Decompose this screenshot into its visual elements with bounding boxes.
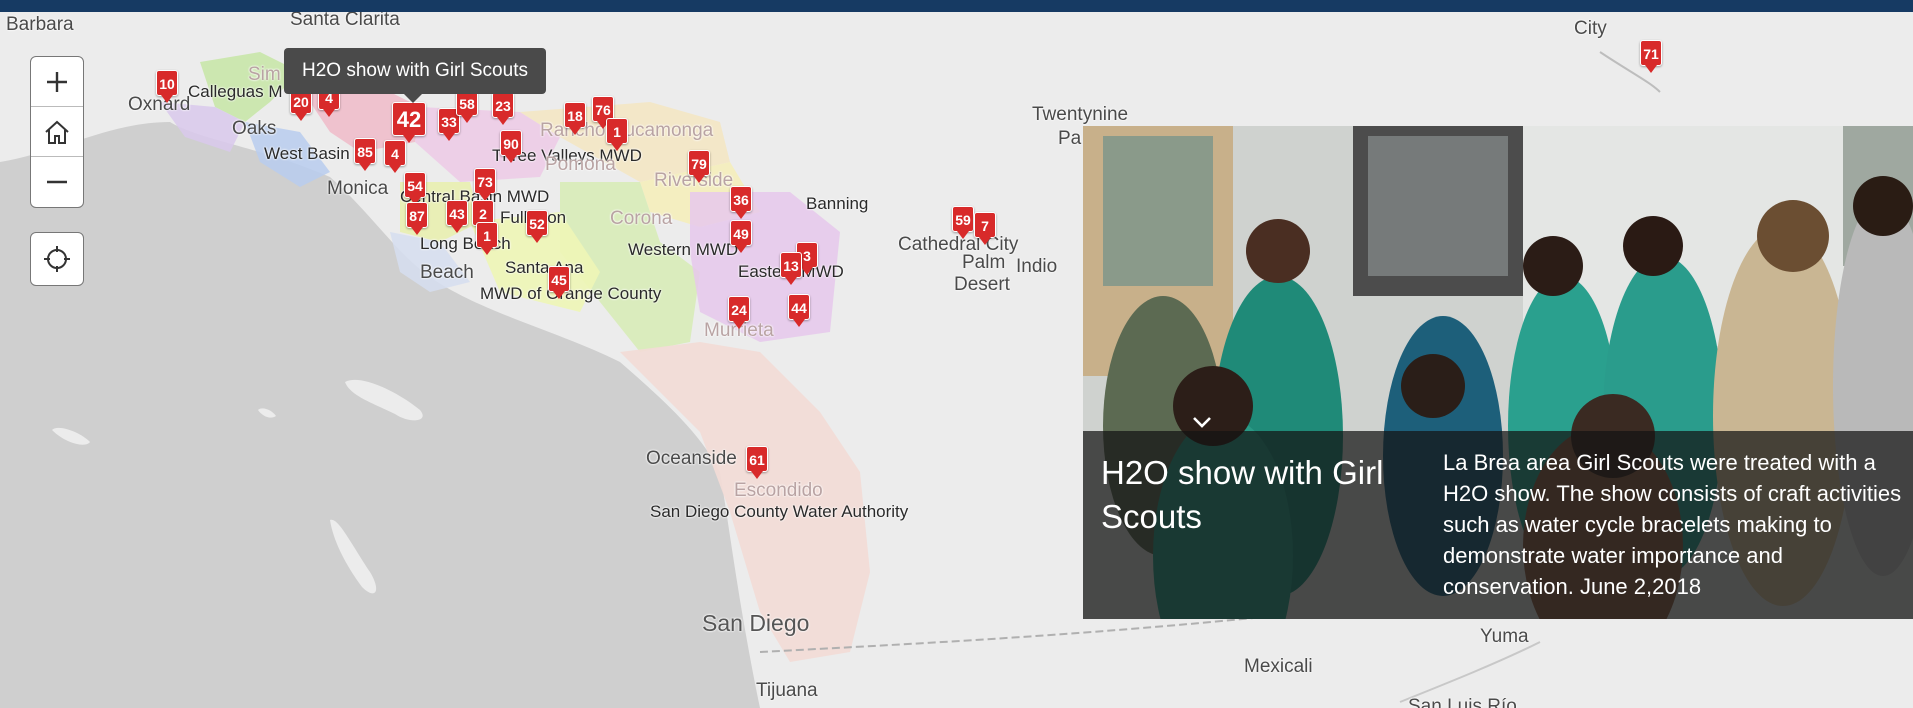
map-marker[interactable]: 79: [688, 150, 710, 183]
marker-tooltip: H2O show with Girl Scouts: [284, 48, 546, 103]
map-marker[interactable]: 54: [404, 172, 426, 205]
map-marker[interactable]: 73: [474, 168, 496, 201]
place-label-indio: Indio: [1016, 256, 1058, 277]
map-marker[interactable]: 1: [476, 222, 498, 255]
place-label-beach: Beach: [420, 262, 474, 283]
map-marker[interactable]: 59: [952, 206, 974, 239]
map-marker[interactable]: 61: [746, 446, 768, 479]
popup-collapse-button[interactable]: [1180, 405, 1224, 439]
place-label-pomona: Pomona: [545, 154, 616, 175]
map-marker[interactable]: 43: [446, 200, 468, 233]
feature-popup: H2O show with Girl Scouts La Brea area G…: [1083, 126, 1913, 619]
place-label-san-diego: San Diego: [702, 610, 810, 636]
zoom-in-button[interactable]: [31, 57, 83, 107]
place-label-corona: Corona: [610, 208, 673, 229]
map-marker[interactable]: 36: [730, 186, 752, 219]
place-label-oxnard: Oxnard: [128, 94, 191, 115]
place-label-santa-barbara: Barbara: [6, 14, 74, 35]
place-label-desert: Desert: [954, 274, 1010, 295]
locate-button[interactable]: [30, 232, 84, 286]
crosshair-icon: [44, 246, 70, 272]
map-marker[interactable]: 49: [730, 220, 752, 253]
top-bar: [0, 0, 1913, 12]
chevron-down-icon: [1193, 417, 1211, 428]
map-marker[interactable]: 52: [526, 210, 548, 243]
zoom-out-button[interactable]: [31, 157, 83, 207]
place-label-mexicali: Mexicali: [1244, 656, 1313, 677]
place-label-palm: Palm: [962, 252, 1006, 273]
map-marker[interactable]: 18: [564, 102, 586, 135]
place-label-escondido: Escondido: [734, 480, 823, 501]
place-label-oaks: Oaks: [232, 118, 277, 139]
popup-caption: H2O show with Girl Scouts La Brea area G…: [1083, 431, 1913, 619]
map-marker[interactable]: 45: [548, 266, 570, 299]
place-label-san-luis: San Luis Río: [1408, 696, 1517, 708]
map-marker[interactable]: 85: [354, 138, 376, 171]
place-label-sdcwa: San Diego County Water Authority: [650, 502, 909, 521]
map-marker[interactable]: 10: [156, 70, 178, 103]
plus-icon: [47, 71, 67, 92]
map-marker[interactable]: 4: [384, 140, 406, 173]
map-marker[interactable]: 24: [728, 296, 750, 329]
place-label-simi: Sim: [248, 64, 281, 85]
place-label-pa: Pa: [1058, 128, 1082, 149]
popup-title: H2O show with Girl Scouts: [1101, 454, 1384, 535]
map-marker[interactable]: 42: [392, 102, 426, 143]
map-view[interactable]: Barbara Santa Clarita City Oxnard Calleg…: [0, 12, 1913, 708]
place-label-west-basin: West Basin: [264, 144, 350, 163]
place-label-oceanside: Oceanside: [646, 448, 737, 469]
map-marker[interactable]: 7: [974, 212, 996, 245]
home-button[interactable]: [31, 107, 83, 157]
zoom-controls: [30, 56, 84, 208]
map-marker[interactable]: 1: [606, 118, 628, 151]
home-icon: [45, 120, 69, 144]
popup-description: La Brea area Girl Scouts were treated wi…: [1443, 450, 1902, 599]
place-label-twentynine: Twentynine: [1032, 104, 1129, 125]
place-label-tijuana: Tijuana: [756, 680, 818, 701]
minus-icon: [47, 180, 67, 184]
place-label-santa-monica: Monica: [327, 178, 389, 199]
place-label-western-mwd: Western MWD: [628, 240, 739, 259]
place-label-havasu-city: City: [1574, 18, 1607, 39]
place-label-banning: Banning: [806, 194, 869, 213]
place-label-santa-ana: Santa Ana: [505, 258, 584, 277]
map-marker[interactable]: 90: [500, 130, 522, 163]
map-marker[interactable]: 87: [406, 202, 428, 235]
map-marker[interactable]: 13: [780, 252, 802, 285]
map-marker[interactable]: 71: [1640, 40, 1662, 73]
place-label-santa-clarita: Santa Clarita: [290, 12, 400, 30]
map-marker[interactable]: 44: [788, 294, 810, 327]
place-label-yuma: Yuma: [1480, 626, 1529, 647]
place-label-mwd-orange: MWD of Orange County: [480, 284, 662, 303]
map-marker[interactable]: 23: [492, 92, 514, 125]
